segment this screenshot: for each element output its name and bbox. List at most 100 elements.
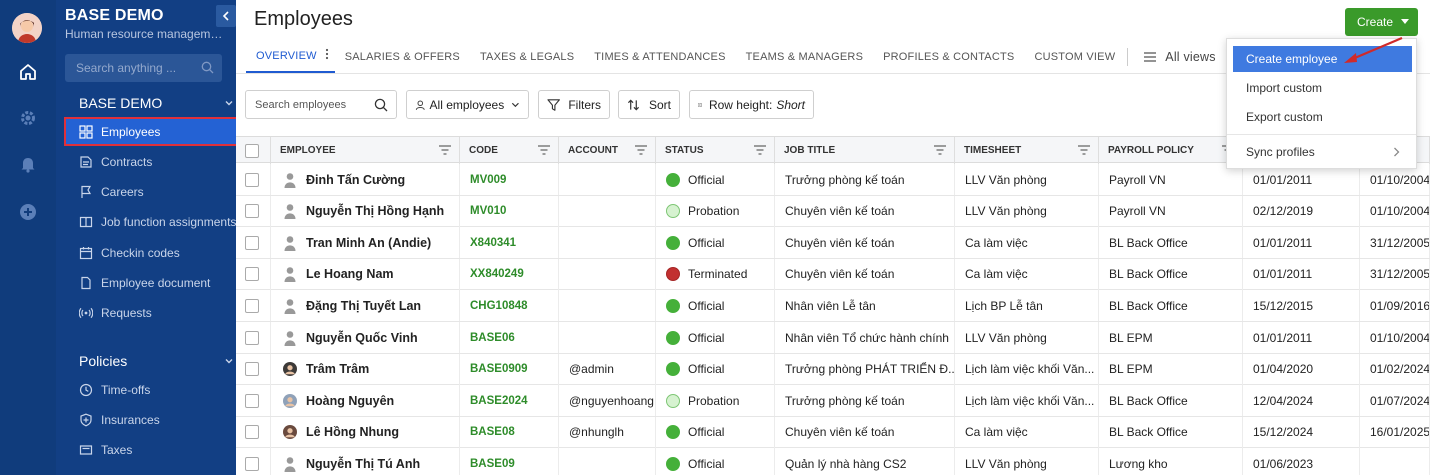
- create-button[interactable]: Create: [1345, 8, 1418, 36]
- row-checkbox[interactable]: [245, 362, 259, 377]
- sidebar-item-contracts[interactable]: Contracts: [66, 149, 236, 174]
- table-row[interactable]: Trâm Trâm BASE0909 @admin Official Trưởng ph…: [236, 353, 1430, 386]
- gear-icon[interactable]: [16, 106, 40, 130]
- sidebar-section-policies[interactable]: Policies: [79, 353, 127, 369]
- column-header-payroll-policy[interactable]: PAYROLL POLICY: [1099, 137, 1243, 164]
- row-height-label: Row height:: [708, 97, 773, 112]
- sidebar-item-employee-document[interactable]: Employee document: [66, 271, 236, 296]
- cell-code[interactable]: CHG10848: [460, 290, 559, 322]
- cell-code[interactable]: MV009: [460, 164, 559, 195]
- cell-name[interactable]: Le Hoang Nam: [271, 258, 460, 290]
- sidebar-item-requests[interactable]: Requests: [66, 301, 236, 326]
- column-header-account[interactable]: ACCOUNT: [559, 137, 656, 164]
- select-all-checkbox[interactable]: [245, 143, 259, 158]
- table-row[interactable]: Lê Hồng Nhung BASE08 @nhunglh Official Chuyê…: [236, 416, 1430, 449]
- column-header-code[interactable]: CODE: [460, 137, 559, 164]
- export-custom-item[interactable]: Export custom: [1233, 104, 1412, 130]
- cell-d1: 01/01/2011: [1243, 227, 1360, 259]
- row-checkbox[interactable]: [245, 172, 259, 187]
- sidebar-item-job-function-assignments[interactable]: Job function assignments: [66, 210, 236, 235]
- cell-name[interactable]: Nguyễn Quốc Vinh: [271, 322, 460, 353]
- cell-name[interactable]: Tran Minh An (Andie): [271, 227, 460, 259]
- add-circle-icon[interactable]: [16, 200, 40, 224]
- cell-code[interactable]: XX840249: [460, 258, 559, 290]
- row-checkbox[interactable]: [245, 425, 259, 440]
- cell-code[interactable]: BASE0909: [460, 353, 559, 385]
- sidebar-item-checkin-codes[interactable]: Checkin codes: [66, 240, 236, 265]
- sidebar-item-insurances[interactable]: Insurances: [66, 407, 236, 432]
- column-filter-icon[interactable]: [538, 145, 550, 158]
- user-avatar[interactable]: [12, 13, 42, 43]
- row-checkbox[interactable]: [245, 235, 259, 250]
- table-row[interactable]: Nguyễn Thị Hồng Hạnh MV010 Probation Chuyên…: [236, 195, 1430, 228]
- sidebar-search-input[interactable]: [65, 54, 195, 82]
- cell-text: 01/10/2004: [1370, 172, 1430, 187]
- cell-name[interactable]: Đặng Thị Tuyết Lan: [271, 290, 460, 322]
- home-icon[interactable]: [16, 60, 40, 84]
- row-checkbox[interactable]: [245, 330, 259, 345]
- cell-code[interactable]: MV010: [460, 195, 559, 227]
- row-checkbox[interactable]: [245, 267, 259, 282]
- tab-custom-view[interactable]: CUSTOM VIEW: [1024, 40, 1125, 73]
- tab-teams-managers[interactable]: TEAMS & MANAGERS: [736, 40, 874, 73]
- all-employees-dropdown[interactable]: All employees: [406, 90, 529, 119]
- table-row[interactable]: Hoàng Nguyên BASE2024 @nguyenhoang Probatio…: [236, 385, 1430, 417]
- tab-overview[interactable]: OVERVIEW: [246, 40, 335, 73]
- column-header-timesheet[interactable]: TIMESHEET: [955, 137, 1099, 164]
- all-views-button[interactable]: All views: [1134, 40, 1225, 73]
- column-filter-icon[interactable]: [439, 145, 451, 158]
- import-custom-item[interactable]: Import custom: [1233, 75, 1412, 101]
- column-filter-icon[interactable]: [1078, 145, 1090, 158]
- row-checkbox[interactable]: [245, 204, 259, 219]
- sort-button[interactable]: Sort: [618, 90, 680, 119]
- collapse-sidebar-button[interactable]: [216, 5, 236, 27]
- table-row[interactable]: Le Hoang Nam XX840249 Terminated Chuyên viê…: [236, 258, 1430, 291]
- employee-search-input[interactable]: [246, 91, 371, 118]
- search-icon: [201, 61, 214, 77]
- chevron-down-icon[interactable]: [224, 355, 234, 369]
- row-checkbox[interactable]: [245, 456, 259, 471]
- cell-code[interactable]: BASE08: [460, 416, 559, 448]
- chevron-down-icon[interactable]: [224, 97, 234, 111]
- table-row[interactable]: Đặng Thị Tuyết Lan CHG10848 Official Nhân v…: [236, 290, 1430, 322]
- cell-code[interactable]: BASE2024: [460, 385, 559, 417]
- cell-text: Official: [688, 298, 725, 313]
- cell-text: Nhân viên Tổ chức hành chính: [785, 330, 949, 345]
- cell-name[interactable]: Nguyễn Thị Tú Anh: [271, 448, 460, 475]
- tab-times-attendances[interactable]: TIMES & ATTENDANCES: [584, 40, 735, 73]
- sidebar-item-taxes[interactable]: Taxes: [66, 438, 236, 463]
- column-header-status[interactable]: STATUS: [656, 137, 775, 164]
- sync-profiles-item[interactable]: Sync profiles: [1233, 139, 1412, 165]
- cell-code[interactable]: BASE09: [460, 448, 559, 475]
- cell-name[interactable]: Hoàng Nguyên: [271, 385, 460, 417]
- sidebar-section-base-demo[interactable]: BASE DEMO: [79, 95, 162, 111]
- tab-salaries-offers[interactable]: SALARIES & OFFERS: [335, 40, 470, 73]
- table-row[interactable]: Nguyễn Quốc Vinh BASE06 Official Nhân viên …: [236, 322, 1430, 354]
- cell-name[interactable]: Nguyễn Thị Hồng Hạnh: [271, 195, 460, 227]
- column-header-employee[interactable]: EMPLOYEE: [271, 137, 460, 164]
- row-select-cell: [236, 353, 271, 385]
- row-select-cell: [236, 258, 271, 290]
- column-filter-icon[interactable]: [934, 145, 946, 158]
- tab-profiles-contacts[interactable]: PROFILES & CONTACTS: [873, 40, 1024, 73]
- table-row[interactable]: Tran Minh An (Andie) X840341 Official Chuyê…: [236, 227, 1430, 259]
- cell-name[interactable]: Đinh Tấn Cường: [271, 164, 460, 195]
- cell-code[interactable]: X840341: [460, 227, 559, 259]
- filters-button[interactable]: Filters: [538, 90, 610, 119]
- sidebar-item-employees[interactable]: Employees: [64, 117, 238, 146]
- kebab-menu-icon[interactable]: [325, 48, 329, 63]
- table-row[interactable]: Nguyễn Thị Tú Anh BASE09 Official Quản lý n…: [236, 448, 1430, 475]
- row-checkbox[interactable]: [245, 298, 259, 313]
- row-height-button[interactable]: Row height: Short: [689, 90, 814, 119]
- sidebar-item-careers[interactable]: Careers: [66, 180, 236, 205]
- column-filter-icon[interactable]: [754, 145, 766, 158]
- cell-name[interactable]: Lê Hồng Nhung: [271, 416, 460, 448]
- bell-icon[interactable]: [16, 152, 40, 176]
- cell-name[interactable]: Trâm Trâm: [271, 353, 460, 385]
- tab-taxes-legals[interactable]: TAXES & LEGALS: [470, 40, 584, 73]
- cell-code[interactable]: BASE06: [460, 322, 559, 353]
- sidebar-item-time-offs[interactable]: Time-offs: [66, 377, 236, 402]
- column-filter-icon[interactable]: [635, 145, 647, 158]
- column-header-job-title[interactable]: JOB TITLE: [775, 137, 955, 164]
- row-checkbox[interactable]: [245, 393, 259, 408]
